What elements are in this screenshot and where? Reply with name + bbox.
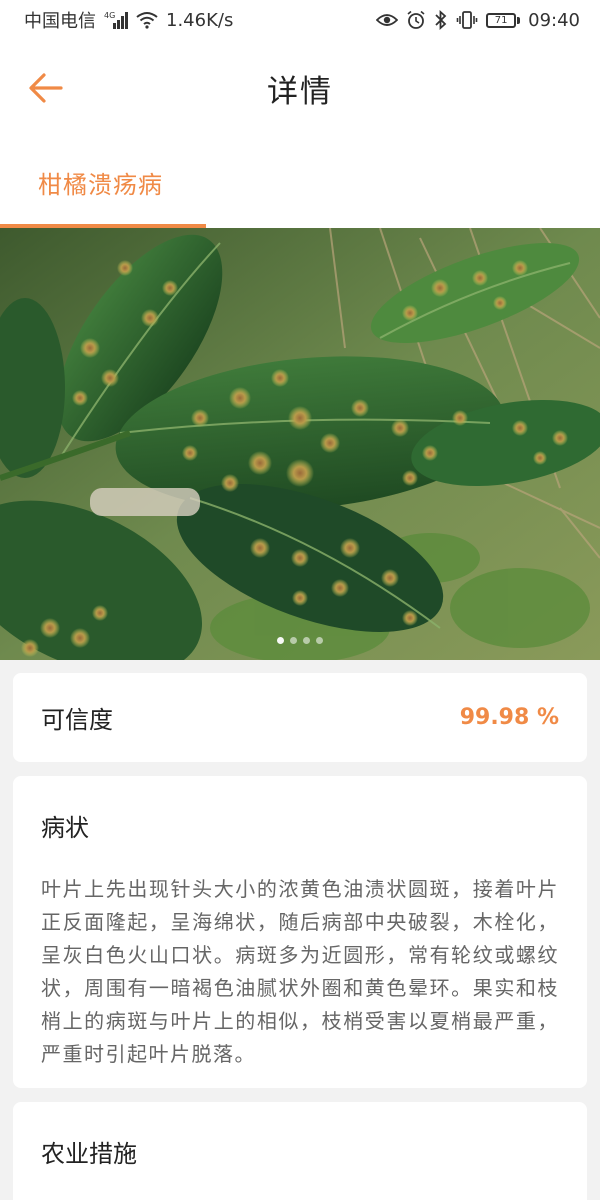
wifi-icon [136,10,158,30]
tab-disease[interactable]: 柑橘溃疡病 [0,136,206,228]
citrus-leaf-photo [0,228,600,660]
carousel-dot [316,637,323,644]
status-right: 71 09:40 [376,10,580,31]
agri-measures-card: 农业措施 [13,1102,587,1200]
carousel-dot [290,637,297,644]
clock: 09:40 [528,9,580,31]
disease-photo-carousel[interactable] [0,228,600,660]
battery-icon: 71 [486,12,521,28]
symptoms-card: 病状 叶片上先出现针头大小的浓黄色油渍状圆斑，接着叶片正反面隆起，呈海绵状，随后… [13,776,587,1088]
carousel-dot [277,637,284,644]
status-left: 中国电信 4G 1.46K/s [24,7,233,33]
bluetooth-icon [434,10,448,30]
signal-icon: 4G [104,10,128,30]
symptoms-title: 病状 [41,814,89,842]
tab-label: 柑橘溃疡病 [38,170,163,199]
battery-level: 71 [486,12,517,28]
tab-bar: 柑橘溃疡病 [0,136,600,228]
status-bar: 中国电信 4G 1.46K/s 71 09:40 [0,0,600,40]
carousel-dot [303,637,310,644]
confidence-label: 可信度 [41,706,113,734]
confidence-card: 可信度 99.98 % [13,673,587,762]
network-speed: 1.46K/s [166,9,234,31]
vibrate-icon [456,10,478,30]
arrow-left-icon [29,73,63,103]
confidence-value: 99.98 % [459,705,559,730]
eye-icon [376,10,399,30]
carousel-indicator [0,637,600,644]
agri-measures-title: 农业措施 [41,1140,137,1168]
network-type: 4G [104,11,115,20]
symptoms-text: 叶片上先出现针头大小的浓黄色油渍状圆斑，接着叶片正反面隆起，呈海绵状，随后病部中… [41,877,559,1066]
alarm-icon [406,10,426,30]
back-button[interactable] [22,64,70,112]
carrier-name: 中国电信 [24,11,96,32]
page-title: 详情 [267,73,333,110]
app-header: 详情 [0,40,600,136]
